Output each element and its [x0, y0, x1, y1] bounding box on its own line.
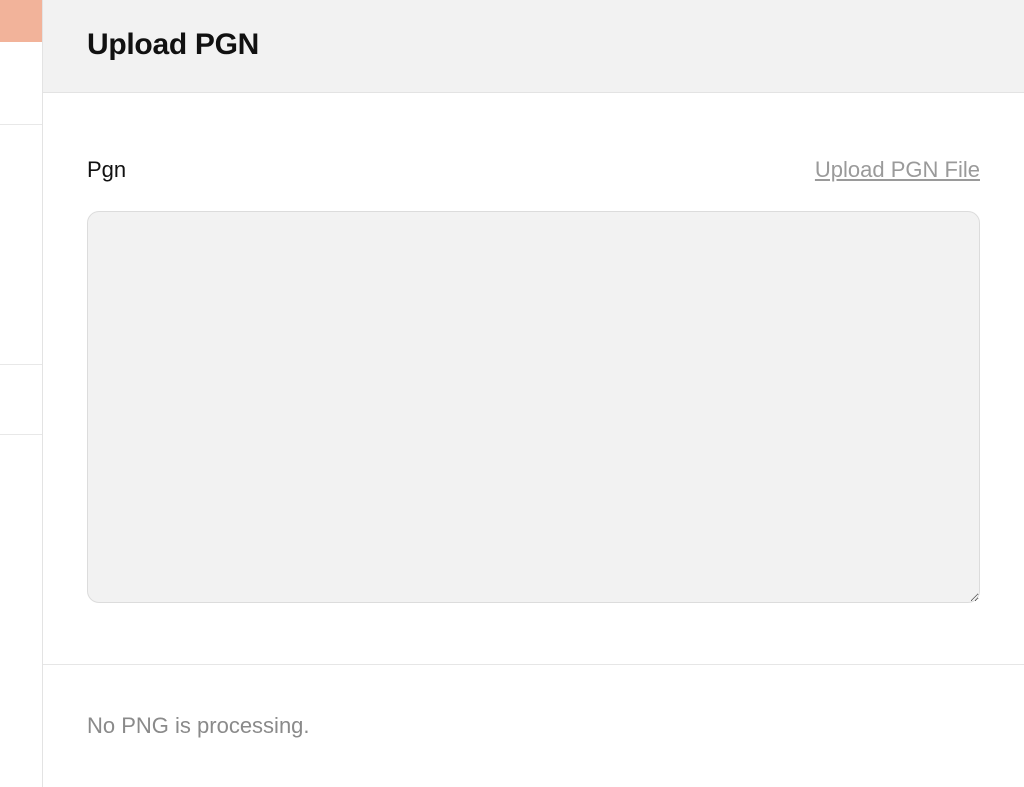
- pgn-field-label: Pgn: [87, 157, 126, 183]
- panel-header: Upload PGN: [43, 0, 1024, 93]
- sidebar-accent-block: [0, 0, 42, 42]
- sidebar-divider: [0, 124, 42, 125]
- sidebar-divider: [0, 434, 42, 435]
- form-section: Pgn Upload PGN File: [43, 93, 1024, 665]
- pgn-textarea[interactable]: [87, 211, 980, 603]
- app-layout: Upload PGN Pgn Upload PGN File No PNG is…: [0, 0, 1024, 787]
- status-section: No PNG is processing.: [43, 665, 1024, 787]
- main-panel: Upload PGN Pgn Upload PGN File No PNG is…: [42, 0, 1024, 787]
- sidebar-divider: [0, 364, 42, 365]
- page-title: Upload PGN: [87, 28, 980, 62]
- upload-pgn-file-link[interactable]: Upload PGN File: [815, 157, 980, 183]
- sidebar: [0, 0, 42, 787]
- processing-status-text: No PNG is processing.: [87, 713, 980, 739]
- field-header-row: Pgn Upload PGN File: [87, 157, 980, 183]
